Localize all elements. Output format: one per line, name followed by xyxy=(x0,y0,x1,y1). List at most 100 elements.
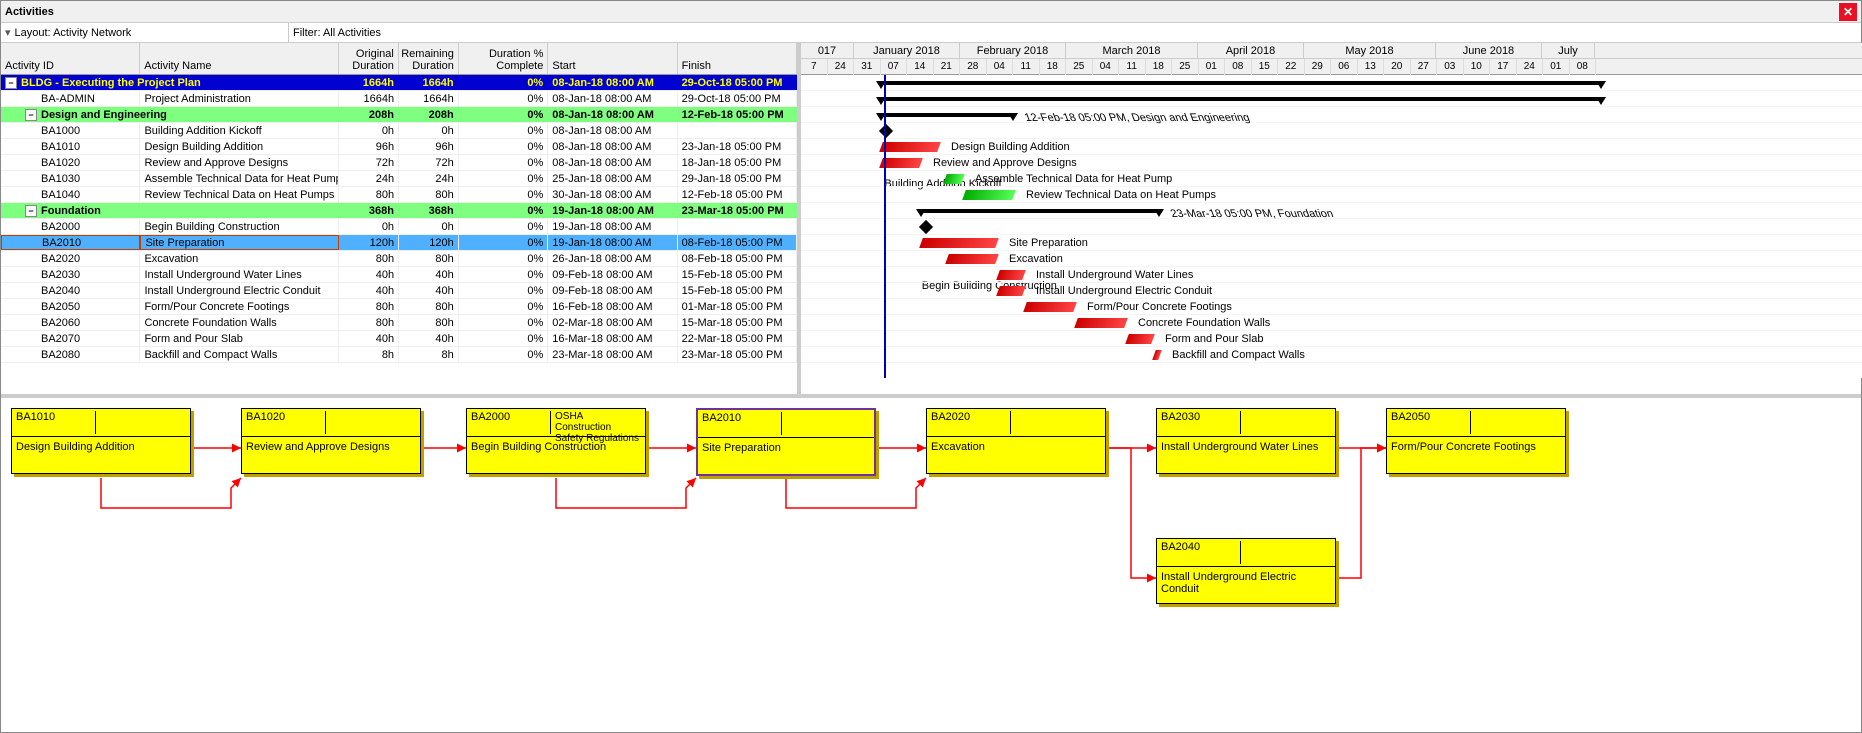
cell-finish[interactable]: 29-Oct-18 05:00 PM xyxy=(678,75,797,90)
cell-finish[interactable]: 15-Feb-18 05:00 PM xyxy=(678,267,797,282)
gantt-bar[interactable]: Excavation xyxy=(945,254,999,264)
network-node[interactable]: BA2020Excavation xyxy=(926,408,1106,474)
table-hscroll[interactable] xyxy=(1,378,797,394)
table-row[interactable]: −BLDG - Executing the Project Plan1664h1… xyxy=(1,75,797,91)
gantt-hscroll[interactable] xyxy=(801,378,1862,394)
collapse-icon[interactable]: − xyxy=(25,109,37,121)
cell-start[interactable]: 08-Jan-18 08:00 AM xyxy=(548,155,677,170)
cell-finish[interactable]: 29-Jan-18 05:00 PM xyxy=(678,171,797,186)
table-row[interactable]: BA-ADMINProject Administration1664h1664h… xyxy=(1,91,797,107)
cell-activity-id[interactable]: BA2070 xyxy=(1,331,140,346)
cell-start[interactable]: 25-Jan-18 08:00 AM xyxy=(548,171,677,186)
cell-od[interactable]: 80h xyxy=(339,187,399,202)
cell-activity-name[interactable]: Install Underground Electric Conduit xyxy=(140,283,339,298)
cell-activity-id[interactable]: BA1020 xyxy=(1,155,140,170)
cell-activity-id[interactable]: BA1000 xyxy=(1,123,140,138)
gantt-bar[interactable]: Form and Pour Slab xyxy=(1125,334,1155,344)
cell-start[interactable]: 19-Jan-18 08:00 AM xyxy=(548,235,677,250)
table-row[interactable]: BA2010Site Preparation120h120h0%19-Jan-1… xyxy=(1,235,797,251)
cell-activity-id[interactable]: −BLDG - Executing the Project Plan xyxy=(1,75,339,90)
gantt-bar[interactable]: Assemble Technical Data for Heat Pump xyxy=(943,174,965,184)
cell-finish[interactable]: 23-Mar-18 05:00 PM xyxy=(678,203,797,218)
cell-activity-name[interactable]: Form/Pour Concrete Footings xyxy=(140,299,339,314)
cell-activity-id[interactable]: BA2080 xyxy=(1,347,140,362)
gantt-bar[interactable]: Form/Pour Concrete Footings xyxy=(1023,302,1077,312)
cell-activity-id[interactable]: −Design and Engineering xyxy=(1,107,339,122)
network-node[interactable]: BA2010Site Preparation xyxy=(696,408,876,476)
cell-start[interactable]: 08-Jan-18 08:00 AM xyxy=(548,123,677,138)
cell-rd[interactable]: 1664h xyxy=(399,91,459,106)
activity-network[interactable]: BA1010Design Building AdditionBA1020Revi… xyxy=(1,398,1861,732)
cell-rd[interactable]: 40h xyxy=(399,267,459,282)
cell-pc[interactable]: 0% xyxy=(459,299,549,314)
gantt-bar[interactable]: Concrete Foundation Walls xyxy=(1074,318,1128,328)
cell-activity-name[interactable]: Begin Building Construction xyxy=(140,219,339,234)
col-percent-complete[interactable]: Duration % Complete xyxy=(459,43,549,74)
cell-start[interactable]: 09-Feb-18 08:00 AM xyxy=(548,267,677,282)
cell-rd[interactable]: 40h xyxy=(399,331,459,346)
network-node[interactable]: BA1020Review and Approve Designs xyxy=(241,408,421,474)
table-row[interactable]: BA2000Begin Building Construction0h0h0%1… xyxy=(1,219,797,235)
cell-activity-name[interactable]: Project Administration xyxy=(140,91,339,106)
cell-od[interactable]: 80h xyxy=(339,315,399,330)
cell-rd[interactable]: 1664h xyxy=(399,75,459,90)
cell-start[interactable]: 19-Jan-18 08:00 AM xyxy=(548,203,677,218)
cell-finish[interactable]: 18-Jan-18 05:00 PM xyxy=(678,155,797,170)
cell-start[interactable]: 08-Jan-18 08:00 AM xyxy=(548,75,677,90)
cell-start[interactable]: 08-Jan-18 08:00 AM xyxy=(548,91,677,106)
cell-od[interactable]: 80h xyxy=(339,299,399,314)
cell-rd[interactable]: 0h xyxy=(399,123,459,138)
milestone-marker[interactable]: Building Addition Kickoff xyxy=(879,124,893,138)
cell-od[interactable]: 0h xyxy=(339,219,399,234)
gantt-bar[interactable]: 12-Feb-18 05:00 PM, Design and Engineeri… xyxy=(881,113,1013,117)
gantt-bar[interactable]: Install Underground Electric Conduit xyxy=(996,286,1026,296)
cell-rd[interactable]: 80h xyxy=(399,251,459,266)
collapse-icon[interactable]: − xyxy=(25,205,37,217)
cell-rd[interactable]: 40h xyxy=(399,283,459,298)
cell-pc[interactable]: 0% xyxy=(459,91,549,106)
cell-pc[interactable]: 0% xyxy=(459,187,549,202)
cell-finish[interactable]: 15-Mar-18 05:00 PM xyxy=(678,315,797,330)
cell-rd[interactable]: 80h xyxy=(399,299,459,314)
table-row[interactable]: BA2020Excavation80h80h0%26-Jan-18 08:00 … xyxy=(1,251,797,267)
col-finish[interactable]: Finish xyxy=(678,43,797,74)
cell-od[interactable]: 80h xyxy=(339,251,399,266)
cell-finish[interactable]: 23-Jan-18 05:00 PM xyxy=(678,139,797,154)
gantt-bar[interactable]: Install Underground Water Lines xyxy=(996,270,1026,280)
cell-od[interactable]: 1664h xyxy=(339,75,399,90)
cell-activity-name[interactable]: Design Building Addition xyxy=(140,139,339,154)
col-original-duration[interactable]: Original Duration xyxy=(339,43,399,74)
table-row[interactable]: BA2080Backfill and Compact Walls8h8h0%23… xyxy=(1,347,797,363)
cell-activity-name[interactable]: Install Underground Water Lines xyxy=(140,267,339,282)
network-node[interactable]: BA2050Form/Pour Concrete Footings xyxy=(1386,408,1566,474)
cell-activity-name[interactable]: Review and Approve Designs xyxy=(140,155,339,170)
cell-rd[interactable]: 80h xyxy=(399,187,459,202)
table-row[interactable]: BA2030Install Underground Water Lines40h… xyxy=(1,267,797,283)
cell-start[interactable]: 30-Jan-18 08:00 AM xyxy=(548,187,677,202)
cell-start[interactable]: 23-Mar-18 08:00 AM xyxy=(548,347,677,362)
milestone-marker[interactable]: Begin Building Construction xyxy=(919,220,933,234)
cell-start[interactable]: 08-Jan-18 08:00 AM xyxy=(548,107,677,122)
network-node[interactable]: BA2030Install Underground Water Lines xyxy=(1156,408,1336,474)
cell-rd[interactable]: 24h xyxy=(399,171,459,186)
cell-start[interactable]: 09-Feb-18 08:00 AM xyxy=(548,283,677,298)
cell-activity-id[interactable]: BA2020 xyxy=(1,251,140,266)
cell-finish[interactable]: 12-Feb-18 05:00 PM xyxy=(678,107,797,122)
table-row[interactable]: BA1030Assemble Technical Data for Heat P… xyxy=(1,171,797,187)
cell-od[interactable]: 40h xyxy=(339,331,399,346)
table-row[interactable]: BA1020Review and Approve Designs72h72h0%… xyxy=(1,155,797,171)
cell-activity-name[interactable]: Review Technical Data on Heat Pumps xyxy=(140,187,339,202)
cell-activity-id[interactable]: BA2050 xyxy=(1,299,140,314)
cell-rd[interactable]: 80h xyxy=(399,315,459,330)
cell-start[interactable]: 08-Jan-18 08:00 AM xyxy=(548,139,677,154)
cell-start[interactable]: 02-Mar-18 08:00 AM xyxy=(548,315,677,330)
cell-activity-id[interactable]: BA1010 xyxy=(1,139,140,154)
cell-od[interactable]: 96h xyxy=(339,139,399,154)
cell-activity-name[interactable]: Form and Pour Slab xyxy=(140,331,339,346)
cell-start[interactable]: 19-Jan-18 08:00 AM xyxy=(548,219,677,234)
table-row[interactable]: BA2050Form/Pour Concrete Footings80h80h0… xyxy=(1,299,797,315)
table-row[interactable]: BA1010Design Building Addition96h96h0%08… xyxy=(1,139,797,155)
cell-activity-name[interactable]: Excavation xyxy=(140,251,339,266)
cell-start[interactable]: 16-Mar-18 08:00 AM xyxy=(548,331,677,346)
cell-start[interactable]: 16-Feb-18 08:00 AM xyxy=(548,299,677,314)
